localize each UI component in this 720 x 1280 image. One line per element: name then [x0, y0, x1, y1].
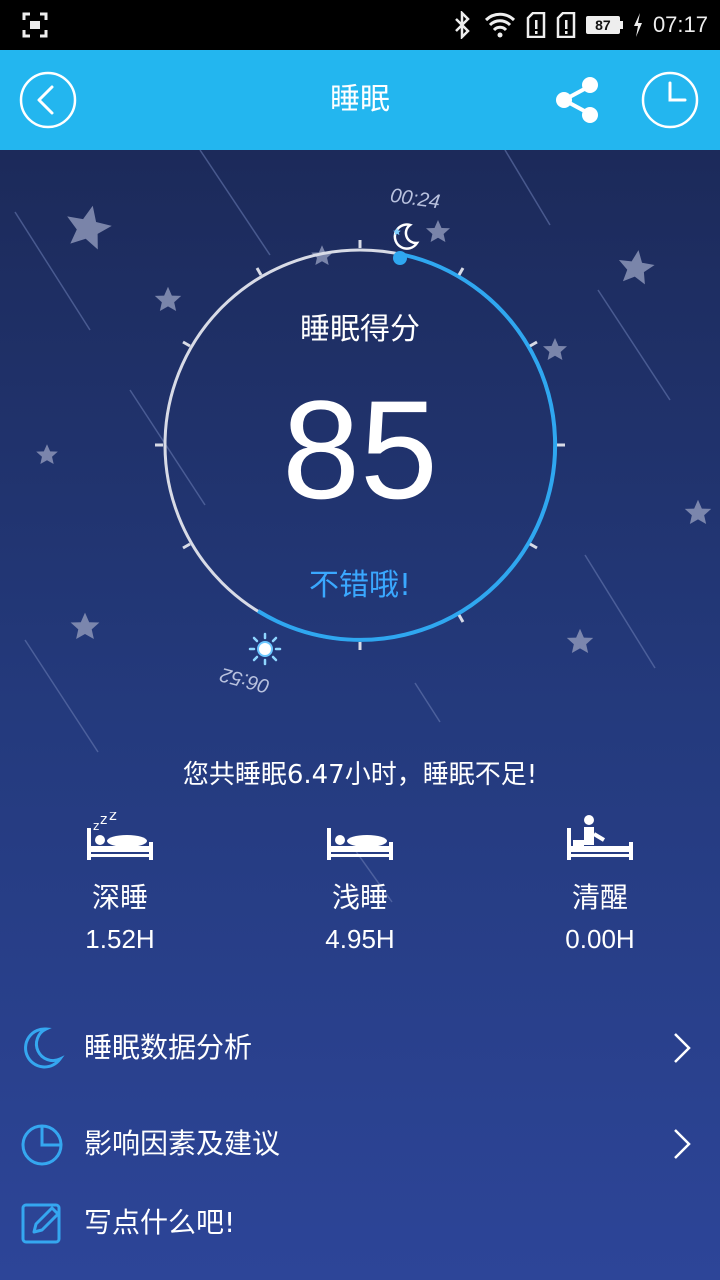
chevron-right-icon — [674, 1033, 691, 1063]
stage-deep-sleep: z z z 深睡 1.52H — [0, 802, 240, 955]
menu-item-sleep-analysis[interactable]: 睡眠数据分析 — [0, 1003, 720, 1093]
stage-awake: 清醒 0.00H — [480, 802, 720, 955]
stage-name: 浅睡 — [331, 881, 388, 914]
charging-icon — [633, 13, 642, 37]
menu-item-factors-advice[interactable]: 影响因素及建议 — [0, 1099, 720, 1189]
edit-icon — [21, 1203, 61, 1244]
svg-text:z: z — [100, 812, 107, 828]
page-title: 睡眠 — [330, 82, 390, 117]
deep-sleep-icon: z z z — [87, 812, 153, 860]
score-label: 睡眠得分 — [300, 312, 420, 347]
sleep-summary: 您共睡眠6.47小时，睡眠不足! — [182, 760, 538, 790]
status-bar: 87 07:17 — [0, 0, 720, 50]
menu-label: 影响因素及建议 — [84, 1127, 281, 1160]
wifi-icon — [484, 12, 515, 38]
stage-light-sleep: 浅睡 4.95H — [240, 802, 480, 955]
moon-marker-icon — [393, 223, 420, 250]
share-icon — [556, 77, 598, 123]
sim-card-2-icon — [556, 12, 576, 38]
stage-name: 清醒 — [571, 881, 628, 914]
awake-icon — [567, 815, 633, 860]
svg-text:z: z — [93, 819, 99, 833]
history-button[interactable] — [640, 70, 700, 130]
header-bar: 睡眠 — [0, 50, 720, 150]
share-button[interactable] — [548, 70, 608, 130]
score-comment: 不错哦! — [308, 568, 412, 603]
stage-name: 深睡 — [91, 881, 148, 914]
pie-chart-icon — [21, 1124, 63, 1166]
light-sleep-icon — [327, 828, 393, 860]
bluetooth-icon — [455, 11, 470, 39]
sim-card-1-icon — [526, 12, 546, 38]
chevron-right-icon — [674, 1129, 691, 1159]
menu-label: 写点什么吧! — [84, 1206, 236, 1239]
battery-indicator: 87 — [585, 16, 623, 34]
battery-level: 87 — [585, 16, 620, 34]
svg-text:z: z — [109, 812, 117, 824]
moon-icon — [24, 1027, 65, 1069]
stage-value: 4.95H — [325, 924, 395, 954]
sleep-main: 00:24 06:52 睡眠得分 85 不错哦! 您共睡眠6.47小时，睡眠不足… — [0, 150, 720, 1280]
sleep-score: 85 — [282, 371, 438, 528]
status-time: 07:17 — [652, 12, 708, 37]
menu-label: 睡眠数据分析 — [84, 1031, 253, 1064]
screenshot-icon — [22, 12, 48, 38]
sun-marker-icon — [248, 632, 282, 666]
menu-item-write-note[interactable]: 写点什么吧! — [0, 1178, 720, 1268]
stage-value: 0.00H — [565, 924, 635, 954]
clock-icon — [641, 71, 699, 129]
stage-value: 1.52H — [85, 924, 155, 954]
